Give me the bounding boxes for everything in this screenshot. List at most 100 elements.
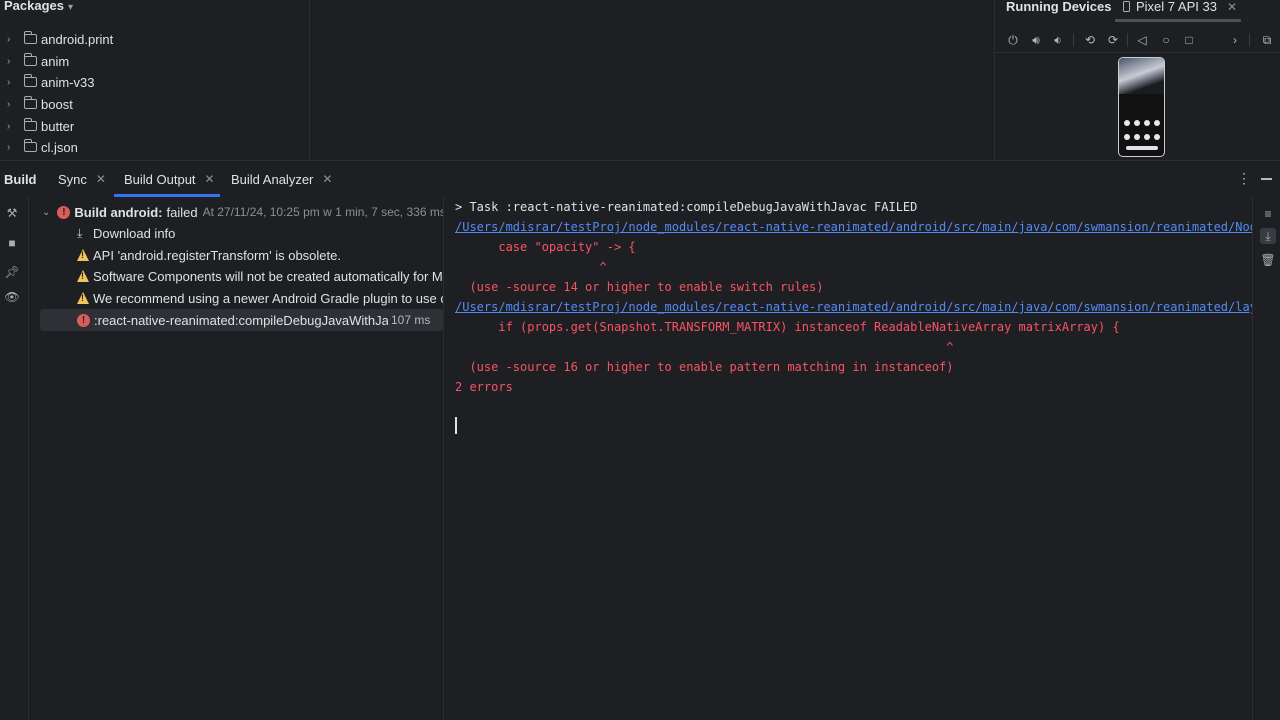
error-task-time: 107 ms: [391, 313, 431, 327]
hammer-icon[interactable]: ⚒: [4, 205, 20, 221]
tab-label: Build Output: [124, 171, 196, 187]
running-devices-header: Running Devices Pixel 7 API 33 ✕: [995, 0, 1280, 22]
soft-wrap-icon[interactable]: ≡: [1260, 206, 1276, 222]
list-item[interactable]: ⤓ Download info: [29, 222, 443, 244]
device-tab-indicator: [1115, 19, 1241, 22]
app-icons-row: [1124, 134, 1160, 142]
console-line: (use -source 14 or higher to enable swit…: [455, 280, 824, 294]
list-item[interactable]: API 'android.registerTransform' is obsol…: [29, 244, 443, 266]
more-options-icon[interactable]: ⋮: [1237, 170, 1251, 187]
pin-icon[interactable]: 📌︎: [4, 264, 20, 280]
console-side-toolbar: ≡ ⤓ 🗑︎: [1252, 196, 1280, 720]
console-line: case "opacity" -> {: [455, 240, 636, 254]
package-label: android.print: [41, 31, 114, 47]
volume-up-icon[interactable]: 🔊︎: [1028, 32, 1044, 48]
chevron-right-icon[interactable]: ›: [7, 34, 17, 45]
package-item[interactable]: › butter: [0, 115, 308, 137]
folder-icon: [24, 118, 37, 131]
back-icon[interactable]: ◁: [1134, 32, 1150, 48]
build-tree: ⌄ ! Build android: failed At 27/11/24, 1…: [29, 196, 444, 720]
console-file-link[interactable]: /Users/mdisrar/testProj/node_modules/rea…: [455, 218, 1252, 236]
build-root-row[interactable]: ⌄ ! Build android: failed At 27/11/24, 1…: [29, 201, 443, 223]
package-item[interactable]: › android.print: [0, 28, 308, 50]
close-icon[interactable]: ✕: [1227, 0, 1237, 14]
warning-icon: [77, 292, 89, 304]
download-info-label: Download info: [93, 225, 176, 241]
console-line: if (props.get(Snapshot.TRANSFORM_MATRIX)…: [455, 320, 1120, 334]
tab-build-analyzer[interactable]: Build Analyzer ✕: [231, 161, 332, 197]
build-console-output[interactable]: > Task :react-native-reanimated:compileD…: [445, 196, 1252, 720]
chevron-right-icon[interactable]: ›: [7, 142, 17, 153]
build-tool-window-header: Build Sync ✕ Build Output ✕ Build Analyzer…: [0, 160, 1280, 197]
console-line: > Task :react-native-reanimated:compileD…: [455, 200, 918, 214]
folder-icon: [24, 31, 37, 44]
console-line: ^: [455, 260, 607, 274]
folder-icon: [24, 74, 37, 87]
list-item[interactable]: We recommend using a newer Android Gradl…: [29, 287, 443, 309]
close-icon[interactable]: ✕: [322, 172, 332, 186]
packages-title: Packages: [4, 0, 64, 13]
tab-sync[interactable]: Sync ✕: [58, 161, 106, 197]
packages-header[interactable]: Packages ▾: [4, 0, 73, 14]
tab-build-output[interactable]: Build Output ✕: [124, 161, 215, 197]
list-item[interactable]: ! :react-native-reanimated:compileDebugJ…: [40, 309, 443, 331]
chevron-right-icon[interactable]: ›: [7, 56, 17, 67]
build-root-status: failed: [166, 204, 198, 220]
eye-icon[interactable]: 👁︎: [4, 289, 20, 305]
packages-panel: Packages ▾ › android.print › anim › anim-…: [0, 0, 310, 160]
tab-label: Sync: [58, 171, 87, 187]
error-icon: !: [57, 205, 71, 219]
package-item[interactable]: › boost: [0, 93, 308, 115]
device-tab[interactable]: Pixel 7 API 33 ✕: [1123, 0, 1237, 14]
download-icon: ⤓: [77, 226, 83, 240]
rotate-left-icon[interactable]: ⟲: [1082, 32, 1098, 48]
package-label: anim: [41, 53, 70, 69]
phone-icon: [1123, 1, 1130, 12]
chevron-right-icon[interactable]: ›: [1227, 32, 1243, 48]
text-caret: [455, 417, 457, 434]
close-icon[interactable]: ✕: [205, 172, 215, 186]
overview-icon[interactable]: □: [1181, 32, 1197, 48]
toolbar-divider: [1073, 33, 1074, 47]
warning-label: API 'android.registerTransform' is obsol…: [93, 247, 341, 263]
package-item[interactable]: › cl.json: [0, 136, 308, 158]
package-label: anim-v33: [41, 74, 95, 90]
warning-icon: [77, 249, 89, 261]
chevron-right-icon[interactable]: ›: [7, 121, 17, 132]
volume-down-icon[interactable]: 🔉︎: [1050, 32, 1066, 48]
power-icon[interactable]: ⏻: [1005, 32, 1021, 48]
console-file-link[interactable]: /Users/mdisrar/testProj/node_modules/rea…: [455, 298, 1252, 316]
chevron-down-icon[interactable]: ⌄: [42, 207, 50, 218]
stop-icon[interactable]: ■: [4, 235, 20, 251]
folder-icon: [24, 139, 37, 152]
error-icon: !: [77, 313, 90, 327]
chevron-right-icon[interactable]: ›: [7, 99, 17, 110]
console-line: ^: [455, 340, 954, 354]
list-item[interactable]: Software Components will not be created …: [29, 265, 443, 287]
build-side-toolbar: ⚒ ■ 📌︎ 👁︎: [0, 196, 29, 720]
chevron-down-icon: ▾: [68, 2, 74, 13]
running-devices-panel: Running Devices Pixel 7 API 33 ✕ ⏻ 🔊︎ 🔉︎…: [994, 0, 1280, 160]
app-icons-row: [1124, 120, 1160, 128]
device-screen-preview[interactable]: [1118, 57, 1165, 157]
chevron-right-icon[interactable]: ›: [7, 77, 17, 88]
trash-icon[interactable]: 🗑︎: [1260, 252, 1276, 268]
home-icon[interactable]: ○: [1158, 32, 1174, 48]
editor-area: [311, 0, 994, 160]
search-bar: [1126, 146, 1158, 150]
top-panels: Packages ▾ › android.print › anim › anim-…: [0, 0, 1280, 160]
wallpaper: [1119, 58, 1164, 94]
close-icon[interactable]: ✕: [96, 172, 106, 186]
console-line: 2 errors: [455, 380, 513, 394]
package-label: boost: [41, 96, 73, 112]
rotate-right-icon[interactable]: ⟳: [1105, 32, 1121, 48]
package-item[interactable]: › anim: [0, 50, 308, 72]
scroll-to-end-icon[interactable]: ⤓: [1260, 228, 1276, 244]
folder-icon: [24, 53, 37, 66]
package-item[interactable]: › anim-v33: [0, 71, 308, 93]
minimize-icon[interactable]: [1261, 178, 1272, 180]
error-task-label: :react-native-reanimated:compileDebugJav…: [94, 312, 388, 328]
package-label: butter: [41, 118, 75, 134]
mirror-icon[interactable]: ⧉: [1259, 32, 1275, 48]
console-line: (use -source 16 or higher to enable patt…: [455, 360, 954, 374]
